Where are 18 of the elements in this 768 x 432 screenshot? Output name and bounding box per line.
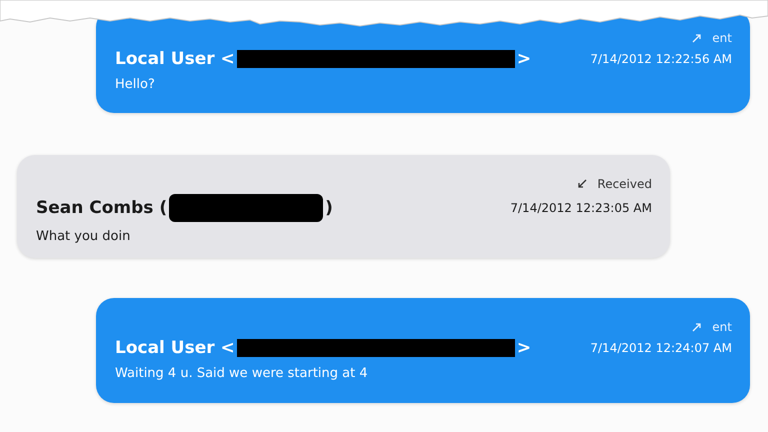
arrow-icon xyxy=(692,322,702,332)
message-time: 7/14/2012 12:22:56 AM xyxy=(590,51,732,67)
message-text: Waiting 4 u. Said we were starting at 4 xyxy=(115,365,369,383)
message-time: 7/14/2012 12:24:07 AM xyxy=(590,340,732,356)
message-status: ent xyxy=(712,30,732,46)
arrow-icon xyxy=(692,33,702,43)
sender-name: Local User < xyxy=(115,48,235,70)
sender-name: Local User < xyxy=(115,337,235,359)
message-status: Received xyxy=(597,176,652,192)
sender-name-end: > xyxy=(516,337,532,359)
message-text: Hello? xyxy=(115,76,156,94)
sender-name-end: > xyxy=(516,48,532,70)
sender-name-end: ) xyxy=(325,197,333,219)
message-status: ent xyxy=(712,319,732,335)
message-text: What you doin xyxy=(36,228,132,246)
message-time: 7/14/2012 12:23:05 AM xyxy=(510,200,652,216)
arrow-icon xyxy=(577,179,588,189)
sender-name: Sean Combs ( xyxy=(36,197,168,219)
